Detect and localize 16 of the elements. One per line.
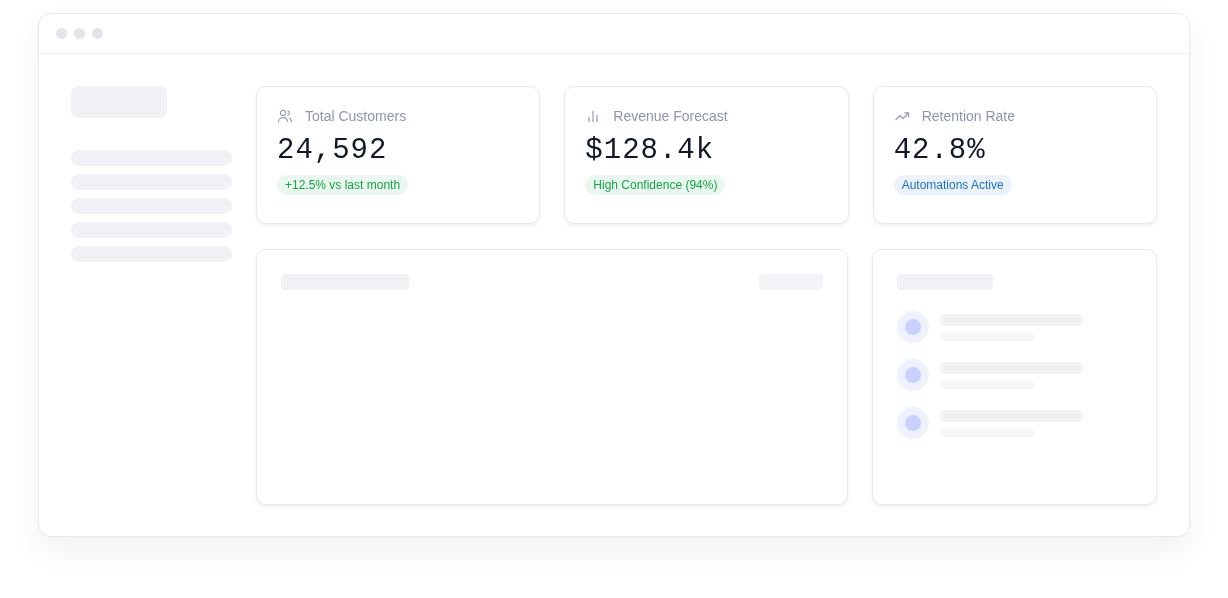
status-badge: Automations Active bbox=[893, 175, 1012, 195]
metric-value: $128.4k bbox=[585, 134, 715, 167]
avatar-placeholder bbox=[897, 407, 929, 439]
users-icon bbox=[277, 108, 293, 124]
window-dot bbox=[56, 28, 67, 39]
metric-label: Retention Rate bbox=[921, 108, 1016, 124]
status-badge: High Confidence (94%) bbox=[585, 175, 726, 195]
avatar-placeholder bbox=[897, 311, 929, 343]
avatar-placeholder bbox=[897, 359, 929, 391]
window-dot bbox=[92, 28, 103, 39]
window-dot bbox=[74, 28, 85, 39]
status-badge: +12.5% vs last month bbox=[277, 175, 409, 195]
metric-value: 42.8% bbox=[893, 134, 986, 167]
metric-label: Total Customers bbox=[305, 108, 407, 124]
metric-label: Revenue Forecast bbox=[613, 108, 728, 124]
metric-value: 24,592 bbox=[277, 134, 388, 167]
